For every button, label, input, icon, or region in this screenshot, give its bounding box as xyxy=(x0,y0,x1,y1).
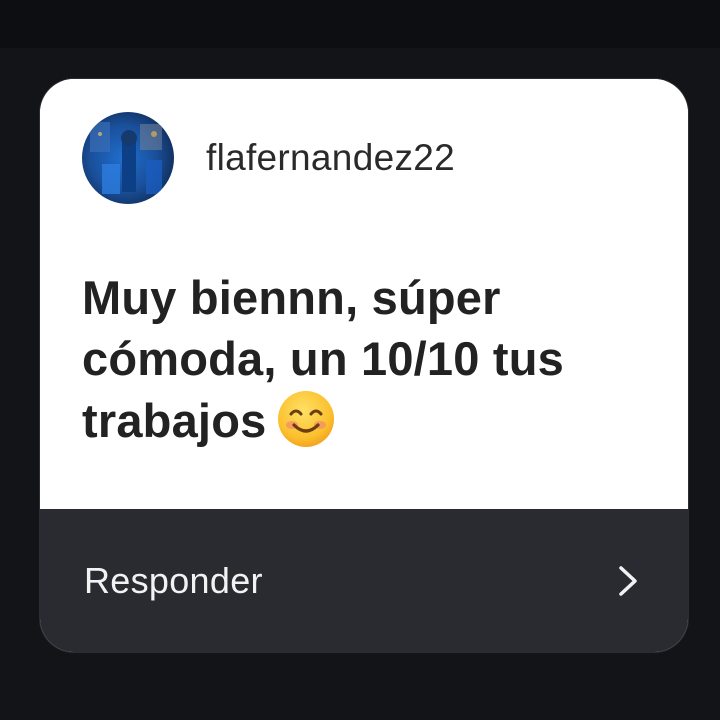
username[interactable]: flafernandez22 xyxy=(206,137,455,179)
top-band xyxy=(0,0,720,48)
avatar[interactable] xyxy=(82,112,174,204)
reply-button[interactable]: Responder xyxy=(40,509,688,652)
message-text: Muy biennn, súper cómoda, un 10/10 tus t… xyxy=(82,267,662,463)
reply-card: flafernandez22 Muy biennn, súper cómoda,… xyxy=(40,79,688,652)
card-header: flafernandez22 xyxy=(82,112,455,204)
avatar-image xyxy=(82,112,174,204)
card-content: flafernandez22 Muy biennn, súper cómoda,… xyxy=(40,79,688,509)
chevron-right-icon xyxy=(619,565,637,596)
reply-label: Responder xyxy=(84,559,263,601)
smiling-face-icon xyxy=(276,389,336,463)
